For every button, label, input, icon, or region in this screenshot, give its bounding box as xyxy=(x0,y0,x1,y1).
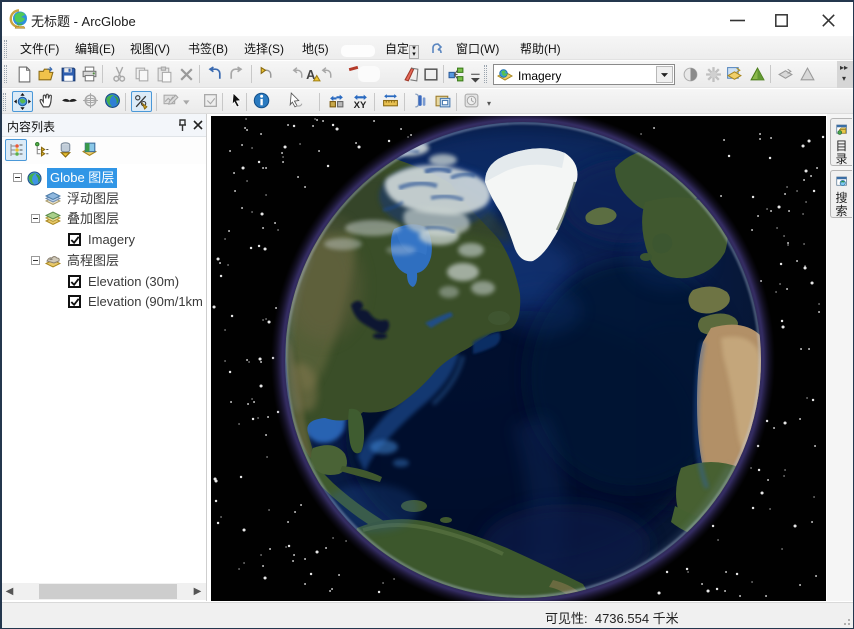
svg-text:XY: XY xyxy=(354,100,367,109)
